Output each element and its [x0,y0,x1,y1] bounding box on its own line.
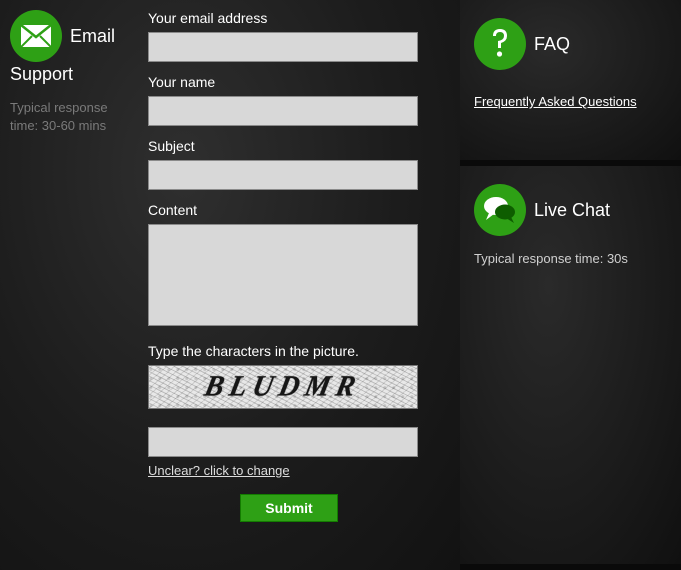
question-icon [474,18,526,70]
support-form: Your email address Your name Subject Con… [148,10,430,522]
chat-panel: Live Chat Typical response time: 30s [460,166,681,564]
side-column: FAQ Frequently Asked Questions Live Chat… [460,0,681,570]
email-input[interactable] [148,32,418,62]
captcha-text: BLUDMR [202,370,365,404]
email-field-label: Your email address [148,10,430,26]
subject-input[interactable] [148,160,418,190]
email-support-header: Email Support Typical response time: 30-… [10,10,130,135]
captcha-input[interactable] [148,427,418,457]
subject-field-label: Subject [148,138,430,154]
content-field-label: Content [148,202,430,218]
captcha-image: BLUDMR [148,365,418,409]
chat-icon [474,184,526,236]
faq-link[interactable]: Frequently Asked Questions [474,94,637,109]
chat-response-note: Typical response time: 30s [474,250,667,268]
chat-title: Live Chat [534,200,610,221]
name-input[interactable] [148,96,418,126]
captcha-label: Type the characters in the picture. [148,343,430,359]
faq-panel: FAQ Frequently Asked Questions [460,0,681,160]
email-title-line2: Support [10,64,130,85]
submit-button[interactable]: Submit [240,494,337,522]
email-title-line1: Email [70,26,115,47]
content-textarea[interactable] [148,224,418,326]
mail-icon [10,10,62,62]
faq-title: FAQ [534,34,570,55]
email-response-note: Typical response time: 30-60 mins [10,99,130,135]
email-support-panel: Email Support Typical response time: 30-… [0,0,460,570]
captcha-change-link[interactable]: Unclear? click to change [148,463,290,478]
name-field-label: Your name [148,74,430,90]
